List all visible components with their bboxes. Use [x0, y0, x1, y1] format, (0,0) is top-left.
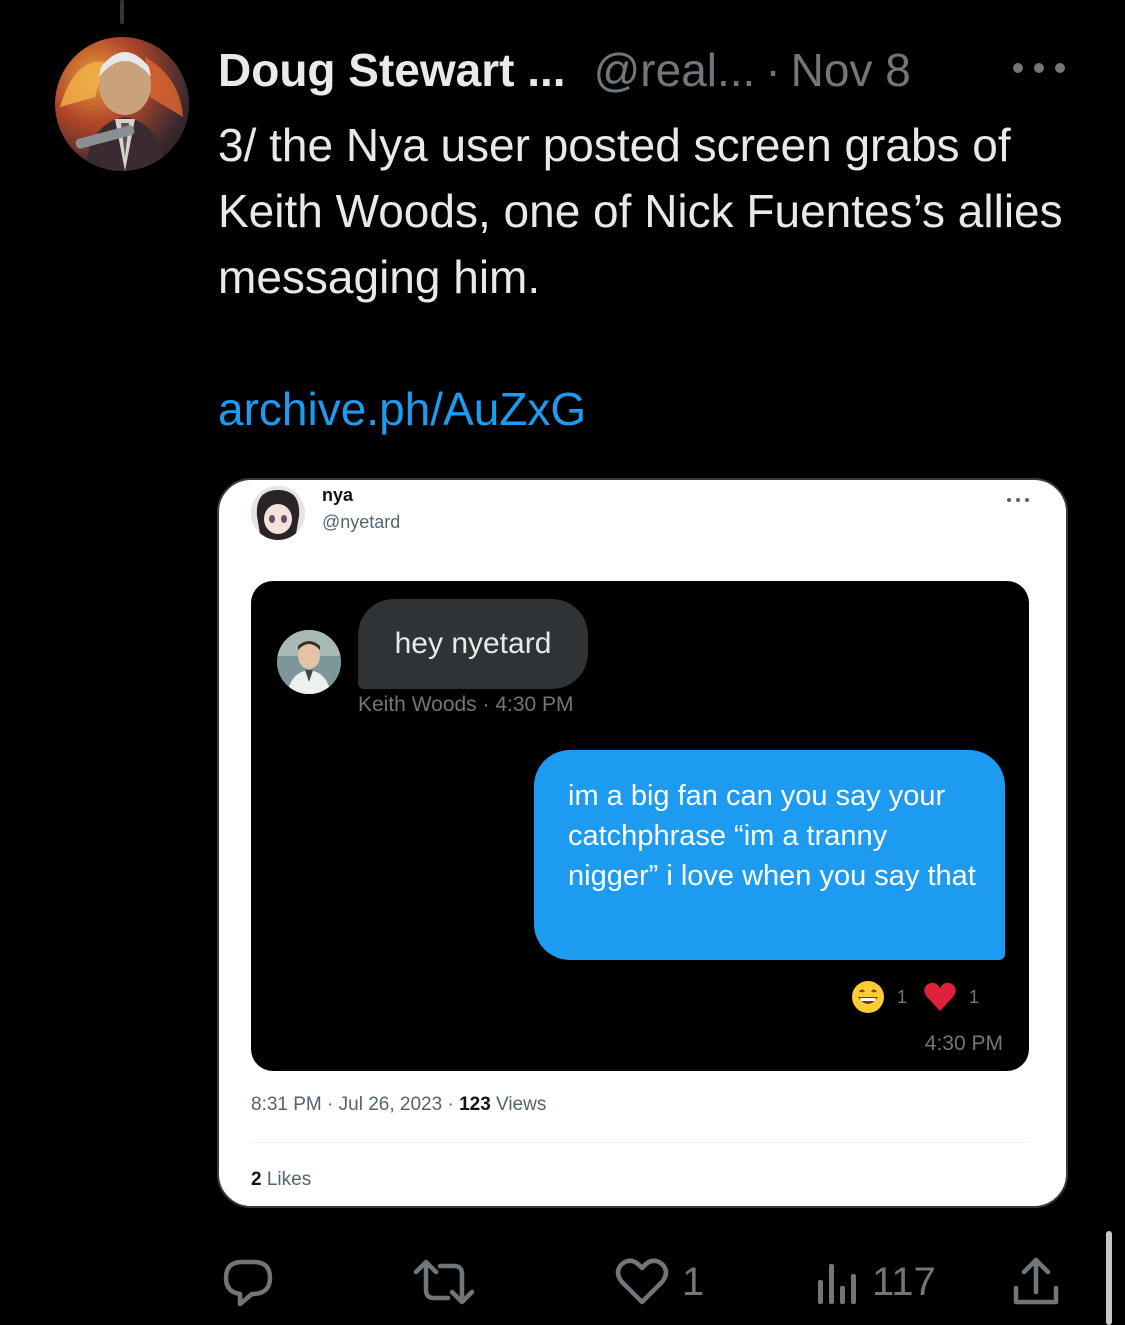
reaction-grin: 1	[851, 980, 907, 1014]
embedded-author-handle: @nyetard	[322, 512, 401, 532]
tweet-link[interactable]: archive.ph/AuZxG	[218, 376, 586, 442]
embedded-views-count: 123	[459, 1094, 491, 1115]
author-handle[interactable]: @real...	[594, 43, 756, 97]
embedded-likes-label: Likes	[261, 1169, 312, 1190]
views-button[interactable]: 117	[812, 1252, 936, 1312]
thread-connector-line	[120, 0, 124, 24]
share-icon	[1008, 1252, 1064, 1312]
share-button[interactable]	[1008, 1252, 1064, 1312]
tweet-timestamp[interactable]: Nov 8	[791, 43, 911, 97]
embedded-divider	[251, 1142, 1031, 1143]
author-avatar-image	[60, 52, 183, 171]
embedded-likes: 2 Likes	[251, 1169, 311, 1191]
scrollbar[interactable]	[1106, 1231, 1112, 1325]
embedded-views-label: Views	[490, 1094, 547, 1115]
message-reactions: 1 1	[851, 977, 979, 1017]
tweet-header: Doug Stewart ... @real... · Nov 8	[218, 42, 911, 98]
repost-icon	[408, 1252, 480, 1312]
embedded-likes-count: 2	[251, 1169, 262, 1190]
views-count: 117	[872, 1259, 936, 1304]
author-avatar[interactable]	[55, 37, 189, 171]
like-button[interactable]: 1	[612, 1252, 704, 1312]
reaction-heart-count: 1	[969, 986, 980, 1007]
reaction-heart: 1	[923, 980, 979, 1014]
embedded-more-icon	[1006, 492, 1030, 502]
repost-button[interactable]	[408, 1252, 490, 1312]
grinning-face-icon	[851, 980, 885, 1014]
outgoing-message-bubble: im a big fan can you say your catchphras…	[534, 750, 1005, 960]
embedded-author-name: nya	[322, 485, 354, 505]
embedded-author-avatar	[251, 486, 305, 540]
like-count: 1	[682, 1259, 705, 1304]
dm-conversation: hey nyetard Keith Woods · 4:30 PM im a b…	[251, 581, 1029, 1071]
header-separator: ·	[765, 44, 781, 96]
tweet-text: 3/ the Nya user posted screen grabs of K…	[218, 119, 1063, 303]
sender-avatar	[277, 630, 341, 694]
embedded-timestamp-text: 8:31 PM · Jul 26, 2023 ·	[251, 1094, 460, 1115]
tweet-action-bar: 1 117	[0, 1252, 1125, 1312]
reaction-grin-count: 1	[897, 986, 908, 1007]
more-options-icon[interactable]	[1008, 48, 1070, 88]
heart-outline-icon	[612, 1252, 672, 1312]
reply-button[interactable]	[218, 1252, 288, 1312]
incoming-message-bubble: hey nyetard	[358, 599, 588, 689]
reply-icon	[218, 1252, 278, 1312]
views-chart-icon	[812, 1252, 862, 1312]
heart-icon	[923, 980, 957, 1014]
tweet-media-screenshot[interactable]: nya @nyetard hey nyetard Keith Woods · 4…	[217, 478, 1068, 1208]
outgoing-message-time: 4:30 PM	[924, 1032, 1003, 1055]
embedded-timestamp: 8:31 PM · Jul 26, 2023 · 123 Views	[251, 1094, 546, 1116]
incoming-message-meta: Keith Woods · 4:30 PM	[358, 693, 574, 716]
author-display-name[interactable]: Doug Stewart ...	[218, 43, 566, 97]
